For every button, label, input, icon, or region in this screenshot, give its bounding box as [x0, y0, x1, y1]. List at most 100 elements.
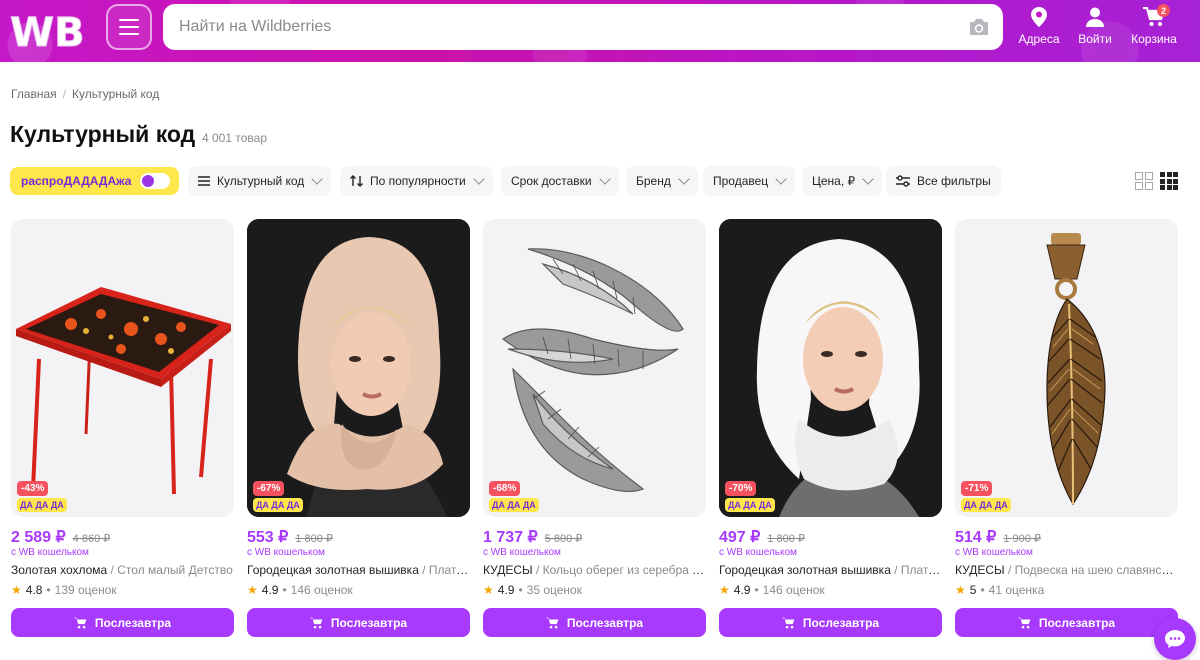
price: 553 ₽	[247, 529, 289, 546]
chevron-down-icon	[311, 173, 323, 185]
cart-icon	[309, 617, 323, 628]
chat-button[interactable]	[1154, 618, 1196, 660]
hamburger-icon	[119, 19, 139, 21]
cart-count-badge: 2	[1157, 4, 1170, 17]
product-card[interactable]: -70% ДА ДА ДА 497 ₽ 1 800 ₽ с WB кошельк…	[719, 219, 942, 644]
location-pin-icon	[1031, 7, 1047, 27]
menu-button[interactable]	[106, 4, 152, 50]
product-desc: / Кольцо оберег из серебра "...	[532, 563, 706, 577]
wallet-note: с WB кошельком	[247, 547, 325, 558]
product-card[interactable]: -43% ДА ДА ДА 2 589 ₽ 4 860 ₽ с WB кошел…	[11, 219, 234, 644]
price: 514 ₽	[955, 529, 997, 546]
discount-badge: -68%	[489, 481, 521, 496]
product-name[interactable]: Золотая хохлома / Стол малый Детство	[11, 563, 234, 577]
filter-all-label: Все фильтры	[917, 174, 991, 188]
cart-icon	[73, 617, 87, 628]
price: 2 589 ₽	[11, 529, 66, 546]
old-price: 5 800 ₽	[544, 533, 583, 545]
product-image[interactable]	[719, 219, 942, 517]
promo-badge: ДА ДА ДА	[961, 498, 1011, 512]
product-image[interactable]	[483, 219, 706, 517]
filter-all[interactable]: Все фильтры	[886, 166, 1001, 196]
add-to-cart-button[interactable]: Послезавтра	[483, 608, 706, 637]
price-row: 497 ₽ 1 800 ₽	[719, 527, 805, 547]
page-title: Культурный код	[10, 121, 196, 147]
login-label: Войти	[1078, 32, 1112, 46]
promo-badge: ДА ДА ДА	[725, 498, 775, 512]
review-count[interactable]: 35 оценок	[527, 583, 582, 597]
rating-row: ★ 4.8 • 139 оценок	[11, 583, 117, 597]
review-count[interactable]: 139 оценок	[55, 583, 117, 597]
wallet-note: с WB кошельком	[11, 547, 89, 558]
filter-sort[interactable]: По популярности	[340, 166, 493, 196]
breadcrumb-separator: /	[62, 87, 67, 101]
product-name[interactable]: КУДЕСЫ / Кольцо оберег из серебра "...	[483, 563, 706, 577]
old-price: 1 800 ₽	[295, 533, 333, 545]
add-to-cart-button[interactable]: Послезавтра	[719, 608, 942, 637]
chevron-down-icon	[598, 173, 611, 185]
wildberries-logo[interactable]: WB	[8, 6, 92, 57]
add-to-cart-label: Послезавтра	[802, 615, 880, 630]
promo-badge: ДА ДА ДА	[489, 498, 539, 512]
product-brand: Городецкая золотная вышивка	[719, 563, 891, 577]
breadcrumb-current: Культурный код	[72, 87, 160, 101]
wallet-note: с WB кошельком	[955, 547, 1033, 558]
filter-delivery[interactable]: Срок доставки	[501, 166, 619, 196]
filter-seller[interactable]: Продавец	[703, 166, 796, 196]
product-card[interactable]: -71% ДА ДА ДА 514 ₽ 1 900 ₽ с WB кошельк…	[955, 219, 1178, 644]
review-count[interactable]: 146 оценок	[763, 583, 825, 597]
header: WB Адреса Войти	[0, 0, 1200, 62]
star-icon: ★	[955, 583, 966, 597]
discount-badge: -67%	[253, 481, 285, 496]
breadcrumb: Главная / Культурный код	[11, 87, 159, 101]
search-input[interactable]	[179, 18, 1003, 36]
product-brand: Городецкая золотная вышивка	[247, 563, 419, 577]
cart-icon	[1017, 617, 1031, 628]
product-name[interactable]: Городецкая золотная вышивка / Плато...	[719, 563, 942, 577]
rating-row: ★ 4.9 • 146 оценок	[719, 583, 825, 597]
filter-price[interactable]: Цена, ₽	[802, 166, 883, 196]
login-button[interactable]: Войти	[1065, 6, 1125, 50]
add-to-cart-button[interactable]: Послезавтра	[11, 608, 234, 637]
product-image[interactable]	[11, 219, 234, 517]
grid-view-small-icon[interactable]	[1160, 172, 1178, 190]
filter-brand-label: Бренд	[636, 174, 671, 188]
filter-price-label: Цена, ₽	[812, 174, 856, 188]
review-count[interactable]: 146 оценок	[291, 583, 353, 597]
camera-icon[interactable]	[967, 17, 991, 37]
discount-badge: -70%	[725, 481, 757, 496]
product-name[interactable]: КУДЕСЫ / Подвеска на шею славянски...	[955, 563, 1178, 577]
price: 1 737 ₽	[483, 529, 538, 546]
filter-category[interactable]: Культурный код	[188, 166, 332, 196]
list-icon	[198, 176, 210, 186]
product-card[interactable]: -68% ДА ДА ДА 1 737 ₽ 5 800 ₽ с WB кошел…	[483, 219, 706, 644]
product-image[interactable]	[247, 219, 470, 517]
star-icon: ★	[11, 583, 22, 597]
product-name[interactable]: Городецкая золотная вышивка / Плато...	[247, 563, 470, 577]
chevron-down-icon	[775, 173, 787, 185]
chat-bubble-icon	[1165, 630, 1185, 648]
product-brand: КУДЕСЫ	[955, 563, 1005, 577]
promo-badge: ДА ДА ДА	[17, 498, 67, 512]
add-to-cart-button[interactable]: Послезавтра	[955, 608, 1178, 637]
rating-value: 4.8	[25, 583, 43, 597]
toggle-switch[interactable]	[140, 173, 170, 189]
filter-brand[interactable]: Бренд	[626, 166, 698, 196]
grid-view-large-icon[interactable]	[1135, 172, 1153, 190]
rating-value: 4.9	[733, 583, 751, 597]
promo-badge: ДА ДА ДА	[253, 498, 303, 512]
cart-label: Корзина	[1131, 32, 1177, 46]
rating-value: 4.9	[261, 583, 279, 597]
review-count[interactable]: 41 оценка	[989, 583, 1045, 597]
filter-category-label: Культурный код	[217, 174, 305, 188]
addresses-button[interactable]: Адреса	[1009, 6, 1069, 50]
add-to-cart-label: Послезавтра	[94, 615, 172, 630]
cart-button[interactable]: 2 Корзина	[1124, 4, 1184, 50]
breadcrumb-home-link[interactable]: Главная	[11, 87, 57, 101]
add-to-cart-button[interactable]: Послезавтра	[247, 608, 470, 637]
promo-toggle[interactable]: распроДАДАДАжа	[10, 167, 179, 195]
product-card[interactable]: -67% ДА ДА ДА 553 ₽ 1 800 ₽ с WB кошельк…	[247, 219, 470, 644]
svg-text:WB: WB	[10, 10, 85, 52]
price-row: 553 ₽ 1 800 ₽	[247, 527, 333, 547]
product-image[interactable]	[955, 219, 1178, 517]
